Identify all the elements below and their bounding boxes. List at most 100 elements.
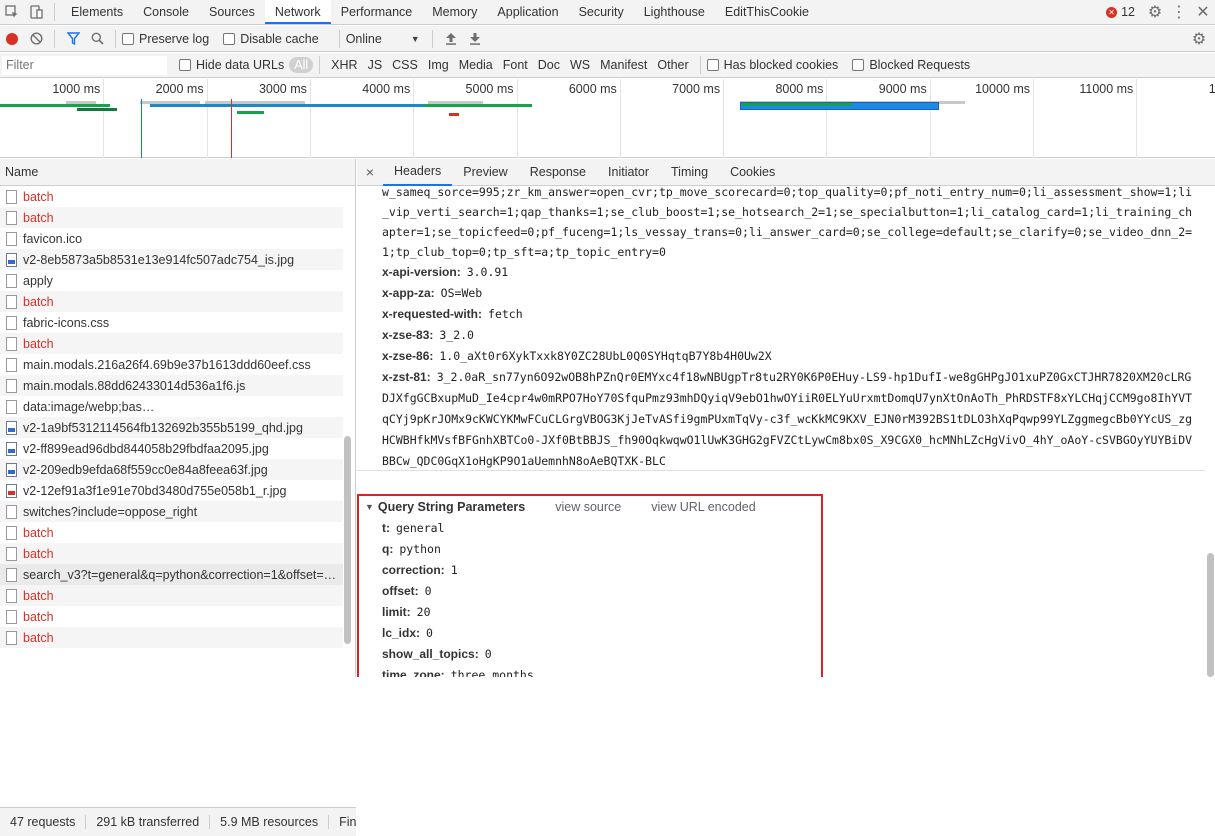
name-column-header[interactable]: Name <box>0 159 355 186</box>
request-row[interactable]: v2-ff899ead96dbd844058b29fbdfaa2095.jpg <box>0 438 343 459</box>
export-har-button[interactable] <box>463 27 487 51</box>
param-value: python <box>399 542 441 556</box>
view-source-link[interactable]: view source <box>555 500 621 514</box>
record-button[interactable] <box>0 27 24 51</box>
close-detail-icon[interactable]: × <box>357 164 383 180</box>
preserve-log-checkbox[interactable]: Preserve log <box>122 32 209 46</box>
view-url-encoded-link[interactable]: view URL encoded <box>651 500 755 514</box>
request-name: batch <box>23 294 54 309</box>
hide-data-urls-checkbox[interactable]: Hide data URLs <box>179 58 284 72</box>
disable-cache-checkbox[interactable]: Disable cache <box>223 32 319 46</box>
timeline-bar <box>205 101 305 104</box>
filter-input[interactable] <box>2 55 167 75</box>
qsp-header[interactable]: ▼ Query String Parameters view source vi… <box>359 496 821 518</box>
request-row[interactable]: batch <box>0 333 343 354</box>
checkbox-box[interactable] <box>223 32 236 45</box>
search-button[interactable] <box>85 27 109 51</box>
tab-security[interactable]: Security <box>569 0 634 24</box>
more-options-icon[interactable]: ⋮ <box>1167 0 1191 24</box>
tab-elements[interactable]: Elements <box>61 0 133 24</box>
tab-console[interactable]: Console <box>133 0 199 24</box>
checkbox-box[interactable] <box>179 59 191 71</box>
param-value: 0 <box>484 647 492 661</box>
header-line: x-app-za: OS=Web <box>382 283 1205 304</box>
detail-scrollbar[interactable] <box>1206 186 1215 677</box>
header-key: x-zse-83: <box>382 328 434 342</box>
detail-tab-preview[interactable]: Preview <box>452 159 518 185</box>
tab-sources[interactable]: Sources <box>199 0 265 24</box>
type-filter-other[interactable]: Other <box>652 57 693 73</box>
checkbox-box[interactable] <box>122 32 134 45</box>
settings-gear-icon[interactable]: ⚙ <box>1143 0 1167 24</box>
request-row[interactable]: batch <box>0 207 343 228</box>
timeline-tick-label: 9000 ms <box>878 82 927 96</box>
detail-tab-headers[interactable]: Headers <box>383 158 453 186</box>
request-row[interactable]: batch <box>0 627 343 648</box>
request-row[interactable]: batch <box>0 606 343 627</box>
image-file-icon <box>6 252 17 267</box>
request-list-pane: Name batch batch favicon.ico v2-8eb5873a5b8… <box>0 159 356 836</box>
request-row[interactable]: batch <box>0 543 343 564</box>
request-row[interactable]: v2-8eb5873a5b8531e13e914fc507adc754_is.j… <box>0 249 343 270</box>
type-filter-css[interactable]: CSS <box>387 57 423 73</box>
tab-memory[interactable]: Memory <box>422 0 487 24</box>
blocked-requests-checkbox[interactable]: Blocked Requests <box>852 58 970 72</box>
type-filter-manifest[interactable]: Manifest <box>595 57 652 73</box>
checkbox-box[interactable] <box>706 59 719 71</box>
file-icon <box>6 315 17 330</box>
type-filter-ws[interactable]: WS <box>565 57 595 73</box>
request-row[interactable]: favicon.ico <box>0 228 343 249</box>
request-row[interactable]: v2-209edb9efda68f559cc0e84a8feea63f.jpg <box>0 459 343 480</box>
detail-tab-initiator[interactable]: Initiator <box>597 159 660 185</box>
tab-editthiscookie[interactable]: EditThisCookie <box>715 0 819 24</box>
file-icon <box>6 210 17 225</box>
error-counter[interactable]: ✕ 12 <box>1106 5 1135 19</box>
timeline-overview[interactable]: 1000 ms 2000 ms 3000 ms 4000 ms 5000 ms 6000 … <box>0 79 1215 158</box>
detail-tab-response[interactable]: Response <box>519 159 597 185</box>
request-row[interactable]: batch <box>0 186 343 207</box>
network-settings-gear-icon[interactable]: ⚙ <box>1187 27 1211 51</box>
detail-tab-timing[interactable]: Timing <box>660 159 719 185</box>
checkbox-box[interactable] <box>852 59 865 71</box>
type-filter-media[interactable]: Media <box>454 57 498 73</box>
import-har-button[interactable] <box>439 27 463 51</box>
type-filter-all[interactable]: All <box>289 57 314 73</box>
filter-toggle-button[interactable] <box>61 27 85 51</box>
request-row[interactable]: main.modals.216a26f4.69b9e37b1613ddd60ee… <box>0 354 343 375</box>
tab-lighthouse[interactable]: Lighthouse <box>634 0 715 24</box>
request-row[interactable]: batch <box>0 522 343 543</box>
type-filter-doc[interactable]: Doc <box>533 57 565 73</box>
type-filter-img[interactable]: Img <box>423 57 454 73</box>
device-toolbar-icon[interactable] <box>24 0 48 24</box>
request-list-scrollbar[interactable] <box>344 186 352 648</box>
detail-tab-cookies[interactable]: Cookies <box>719 159 786 185</box>
caret-down-icon[interactable]: ▼ <box>365 502 374 512</box>
tab-network[interactable]: Network <box>264 0 331 24</box>
request-row[interactable]: v2-1a9bf5312114564fb132692b355b5199_qhd.… <box>0 417 343 438</box>
request-row[interactable]: v2-12ef91a3f1e91e70bd3480d755e058b1_r.jp… <box>0 480 343 501</box>
clear-button[interactable] <box>24 27 48 51</box>
request-row[interactable]: fabric-icons.css <box>0 312 343 333</box>
request-row[interactable]: batch <box>0 585 343 606</box>
timeline-tick-label: 5000 ms <box>465 82 514 96</box>
scrollbar-thumb[interactable] <box>344 436 351 644</box>
scrollbar-thumb[interactable] <box>1207 553 1214 677</box>
close-devtools-icon[interactable]: ✕ <box>1191 0 1215 24</box>
type-filter-font[interactable]: Font <box>498 57 533 73</box>
request-row[interactable]: search_v3?t=general&q=python&correction=… <box>0 564 343 585</box>
request-row[interactable]: main.modals.88dd62433014d536a1f6.js <box>0 375 343 396</box>
request-row[interactable]: apply <box>0 270 343 291</box>
filter-icon <box>66 32 80 45</box>
file-icon <box>6 525 17 540</box>
type-filter-xhr[interactable]: XHR <box>326 57 362 73</box>
tab-application[interactable]: Application <box>487 0 568 24</box>
request-row[interactable]: switches?include=oppose_right <box>0 501 343 522</box>
has-blocked-cookies-checkbox[interactable]: Has blocked cookies <box>706 58 838 72</box>
inspect-element-icon[interactable] <box>0 0 24 24</box>
type-filter-js[interactable]: JS <box>363 57 388 73</box>
tab-performance[interactable]: Performance <box>331 0 423 24</box>
request-row[interactable]: data:image/webp;bas… <box>0 396 343 417</box>
qsp-title[interactable]: Query String Parameters <box>378 500 525 514</box>
request-row[interactable]: batch <box>0 291 343 312</box>
throttling-select[interactable]: Online ▼ <box>346 32 426 46</box>
